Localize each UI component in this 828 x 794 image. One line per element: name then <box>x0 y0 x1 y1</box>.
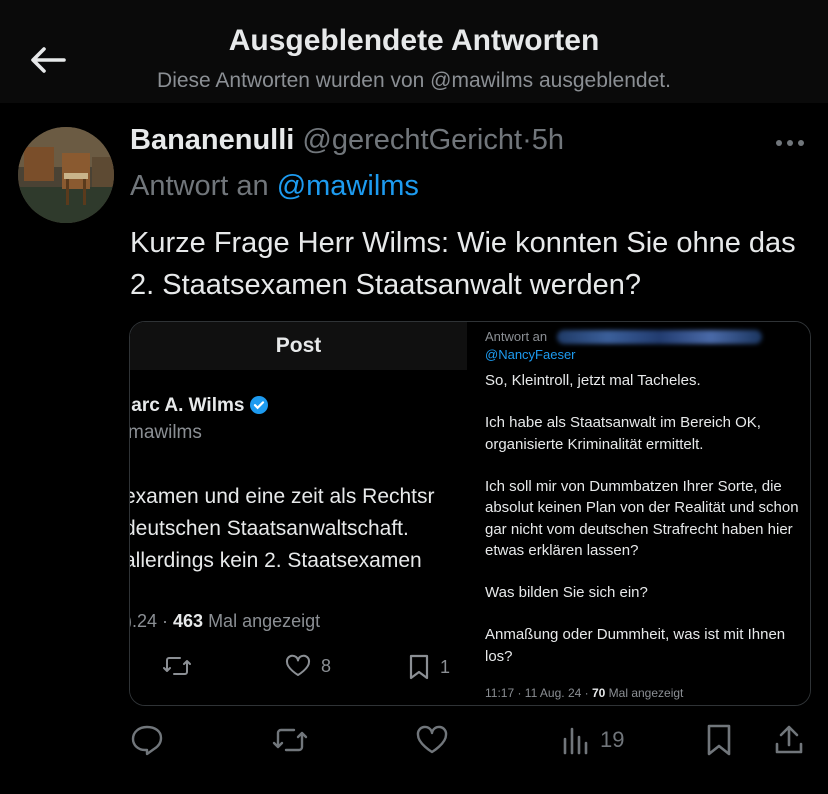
embedded-like-count: 8 <box>321 655 332 676</box>
embedded-text-line: deutschen Staatsanwaltschaft. <box>130 517 409 540</box>
share-icon <box>775 725 803 754</box>
embedded-views-count: 463 <box>173 611 204 631</box>
embedded-header: Post <box>130 322 467 370</box>
embedded-text-line: examen und eine zeit als Rechtsr <box>130 485 435 508</box>
views-button[interactable]: 19 <box>562 720 624 760</box>
embedded-bookmark: 1 <box>408 654 450 680</box>
reply-paragraph: So, Kleintroll, jetzt mal Tacheles. <box>485 372 701 389</box>
embedded-post-screenshot: Post larc A. Wilms mawilms examen und ei… <box>130 322 467 705</box>
embedded-reply-time: 11:17 · 11 Aug. 24 · <box>485 686 592 700</box>
embedded-reply-views: 70 <box>591 686 606 700</box>
embedded-title: Post <box>275 334 322 357</box>
reply-button[interactable] <box>130 720 164 760</box>
more-options-icon[interactable] <box>775 138 805 148</box>
like-button[interactable] <box>415 720 449 760</box>
retweet-button[interactable] <box>272 720 308 760</box>
embedded-retweet-icon <box>163 654 191 678</box>
views-count: 19 <box>600 727 625 752</box>
embedded-bookmark-count: 1 <box>440 656 451 677</box>
avatar[interactable] <box>18 127 114 223</box>
reply-prefix: Antwort an <box>130 170 269 202</box>
verified-badge-icon <box>249 396 268 414</box>
handle[interactable]: @gerechtGericht <box>302 124 522 156</box>
embedded-mention: @NancyFaeser <box>485 347 576 362</box>
embedded-text-line: allerdings kein 2. Staatsexamen <box>130 549 422 572</box>
embedded-reply-screenshot: Antwort an @NancyFaeser So, Kleintroll, … <box>467 322 810 705</box>
blurred-mentions <box>557 330 762 344</box>
embedded-like: 8 <box>285 654 331 678</box>
bookmark-button[interactable] <box>706 720 732 760</box>
tweet-media-image[interactable]: Post larc A. Wilms mawilms examen und ei… <box>129 321 811 706</box>
embedded-author: larc A. Wilms <box>130 395 268 417</box>
embedded-views-label: Mal angezeigt <box>203 611 321 631</box>
reply-to-line: Antwort an @mawilms <box>130 170 419 203</box>
embedded-reply-text: So, Kleintroll, jetzt mal Tacheles. Ich … <box>485 370 800 688</box>
embedded-reply-footer: 11:17 · 11 Aug. 24 · 70 Mal angezeigt <box>485 686 683 700</box>
reply-paragraph: Anmaßung oder Dummheit, was ist mit Ihne… <box>485 626 786 665</box>
views-chart-icon <box>563 727 588 755</box>
embedded-stats: ).24 · 463 Mal angezeigt <box>130 611 320 632</box>
tweet-text: Kurze Frage Herr Wilms: Wie konnten Sie … <box>130 227 796 301</box>
reply-mention-link[interactable]: @mawilms <box>277 170 419 202</box>
reply-paragraph: Ich soll mir von Dummbatzen Ihrer Sorte,… <box>485 477 799 560</box>
embedded-reply-prefix: Antwort an <box>485 329 548 344</box>
reply-paragraph: Was bilden Sie sich ein? <box>485 584 648 601</box>
embedded-heart-icon <box>285 654 311 676</box>
page-subtitle: Diese Antworten wurden von @mawilms ausg… <box>157 69 671 92</box>
page-title: Ausgeblendete Antworten <box>228 24 600 57</box>
embedded-reply-views-label: Mal angezeigt <box>605 686 684 700</box>
embedded-author-handle: mawilms <box>130 422 202 443</box>
reply-icon <box>131 725 163 756</box>
share-button[interactable] <box>774 720 804 760</box>
retweet-icon <box>272 728 308 752</box>
bookmark-icon <box>707 724 731 756</box>
header: Ausgeblendete Antworten Diese Antworten … <box>0 0 828 103</box>
tweet-action-bar: 19 <box>0 720 828 764</box>
embedded-author-name: larc A. Wilms <box>130 395 245 416</box>
heart-icon <box>416 725 448 754</box>
display-name[interactable]: Bananenulli <box>130 124 294 156</box>
reply-paragraph: Ich habe als Staatsanwalt im Bereich OK,… <box>485 414 761 453</box>
embedded-date: ).24 · <box>130 611 174 631</box>
timestamp[interactable]: 5h <box>532 124 564 156</box>
tweet-author-line: Bananenulli @gerechtGericht·5h <box>130 124 564 157</box>
embedded-bookmark-icon <box>409 654 429 680</box>
separator: · <box>522 124 532 156</box>
